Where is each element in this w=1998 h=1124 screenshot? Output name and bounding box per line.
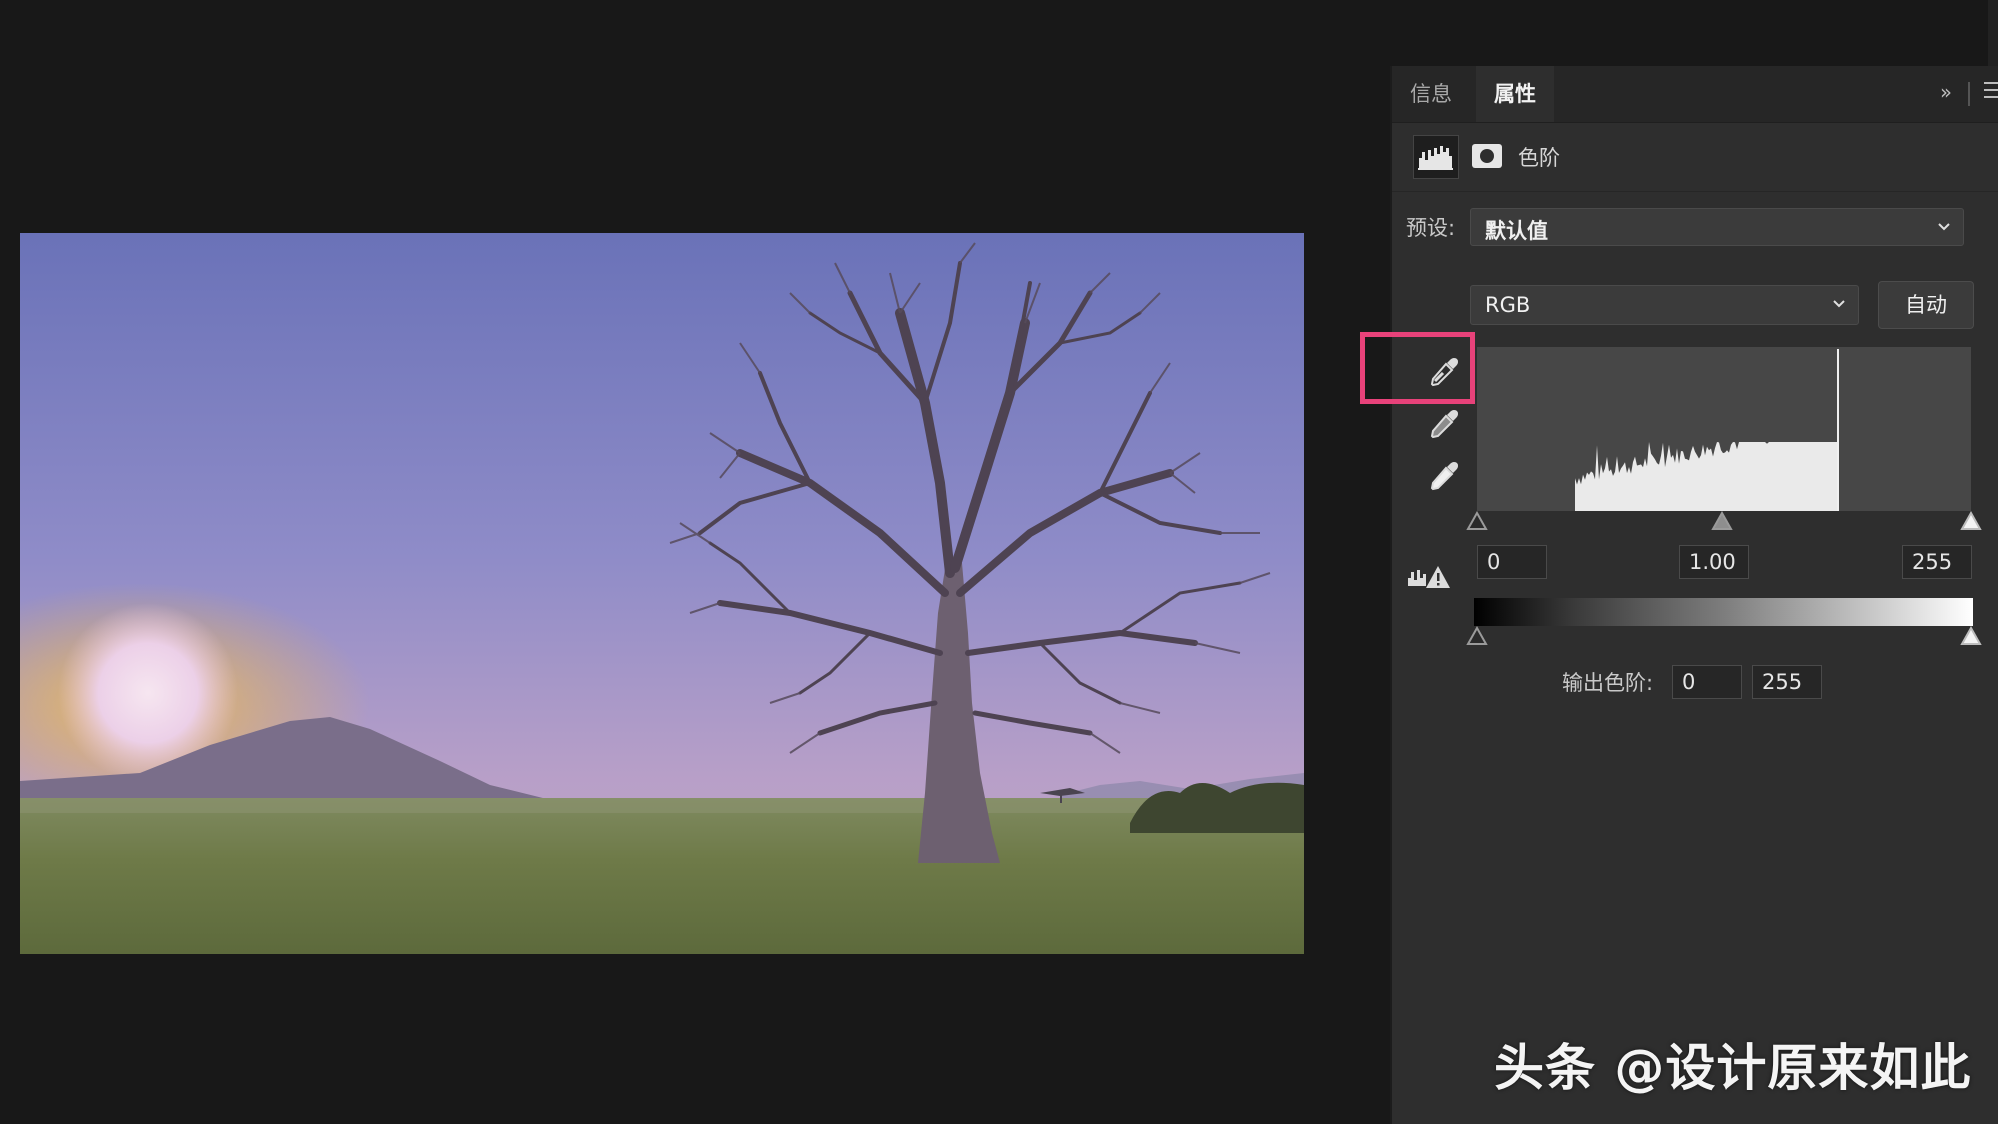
white-point-eyedropper-icon[interactable] (1428, 458, 1462, 492)
preset-value: 默认值 (1485, 219, 1548, 243)
input-black-slider[interactable] (1466, 511, 1488, 531)
double-chevron-right-icon[interactable]: ›› (1940, 80, 1952, 104)
levels-histogram (1477, 347, 1971, 511)
input-black-field[interactable]: 0 (1477, 545, 1547, 579)
preset-dropdown[interactable]: 默认值 (1470, 208, 1964, 246)
properties-panel: 信息 属性 ›› 色阶 预设: 默认值 RGB 自动 0 1.00 255 输出… (1360, 66, 1998, 1124)
panel-tab-bar: 信息 属性 ›› (1392, 66, 1998, 123)
input-gamma-slider[interactable] (1711, 511, 1733, 531)
canvas-area[interactable] (0, 0, 1390, 1124)
tab-info[interactable]: 信息 (1392, 66, 1470, 122)
input-white-field[interactable]: 255 (1902, 545, 1972, 579)
mask-icon[interactable] (1471, 143, 1503, 169)
preset-label: 预设: (1406, 216, 1456, 240)
watermark: 头条 @设计原来如此 (1494, 1039, 1972, 1097)
clipping-warning-icon[interactable] (1406, 560, 1452, 590)
landscape-photo[interactable] (20, 233, 1304, 954)
tab-divider (1968, 82, 1970, 106)
output-black-slider[interactable] (1466, 626, 1488, 646)
panel-top-strip (1390, 0, 1998, 66)
channel-value: RGB (1485, 293, 1531, 317)
output-black-field[interactable]: 0 (1672, 665, 1742, 699)
auto-button[interactable]: 自动 (1878, 281, 1974, 329)
chevron-down-icon (1833, 300, 1845, 308)
levels-histogram-icon[interactable] (1413, 135, 1459, 179)
chevron-down-icon (1938, 223, 1950, 231)
adjustment-header: 色阶 (1392, 123, 1998, 192)
input-gamma-field[interactable]: 1.00 (1679, 545, 1749, 579)
output-levels-label: 输出色阶: (1562, 671, 1654, 695)
output-white-slider[interactable] (1960, 626, 1982, 646)
hamburger-menu-icon[interactable] (1984, 82, 1998, 102)
output-white-field[interactable]: 255 (1752, 665, 1822, 699)
channel-dropdown[interactable]: RGB (1470, 285, 1859, 325)
input-white-slider[interactable] (1960, 511, 1982, 531)
adjustment-title: 色阶 (1518, 146, 1560, 170)
tab-properties[interactable]: 属性 (1476, 66, 1554, 122)
output-levels-gradient (1474, 598, 1973, 626)
black-point-eyedropper-icon[interactable] (1428, 354, 1462, 388)
gray-point-eyedropper-icon[interactable] (1428, 406, 1462, 440)
